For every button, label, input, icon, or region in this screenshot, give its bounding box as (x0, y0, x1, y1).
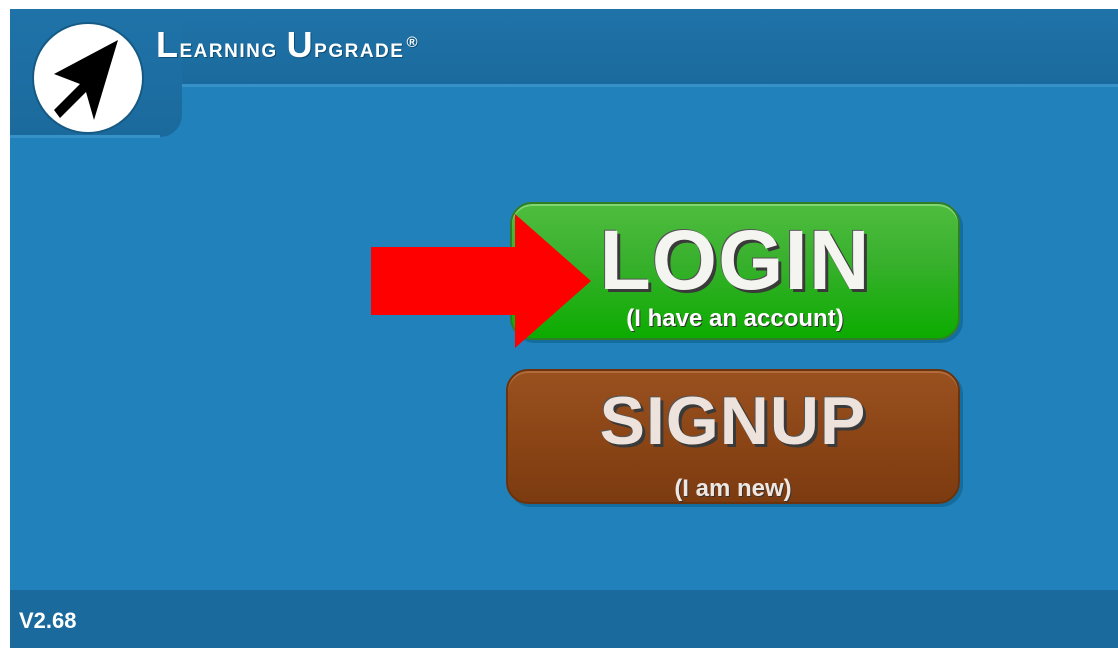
red-arrow-icon (371, 214, 591, 348)
brand-word-learning: earning (179, 33, 278, 63)
brand-word-upgrade: pgrade (314, 33, 405, 63)
registered-mark: ® (406, 34, 419, 51)
brand-title: Learning Upgrade ® (156, 18, 419, 68)
top-strip (10, 0, 1118, 9)
signup-button[interactable]: SIGNUP (I am new) (506, 369, 960, 504)
brand-initial-u: U (286, 24, 315, 65)
cursor-arrow-icon (54, 40, 118, 120)
signup-button-sublabel: (I am new) (674, 475, 792, 502)
version-label: V2.68 (19, 608, 77, 633)
logo (34, 24, 142, 132)
signup-button-label: SIGNUP (599, 383, 867, 459)
footer-bar (10, 590, 1118, 648)
header-divider (182, 84, 1118, 87)
header-tab-divider (10, 135, 160, 138)
app-window: Learning Upgrade ® LOGIN (I have an accou… (10, 0, 1118, 648)
brand-initial-l: L (156, 24, 180, 65)
